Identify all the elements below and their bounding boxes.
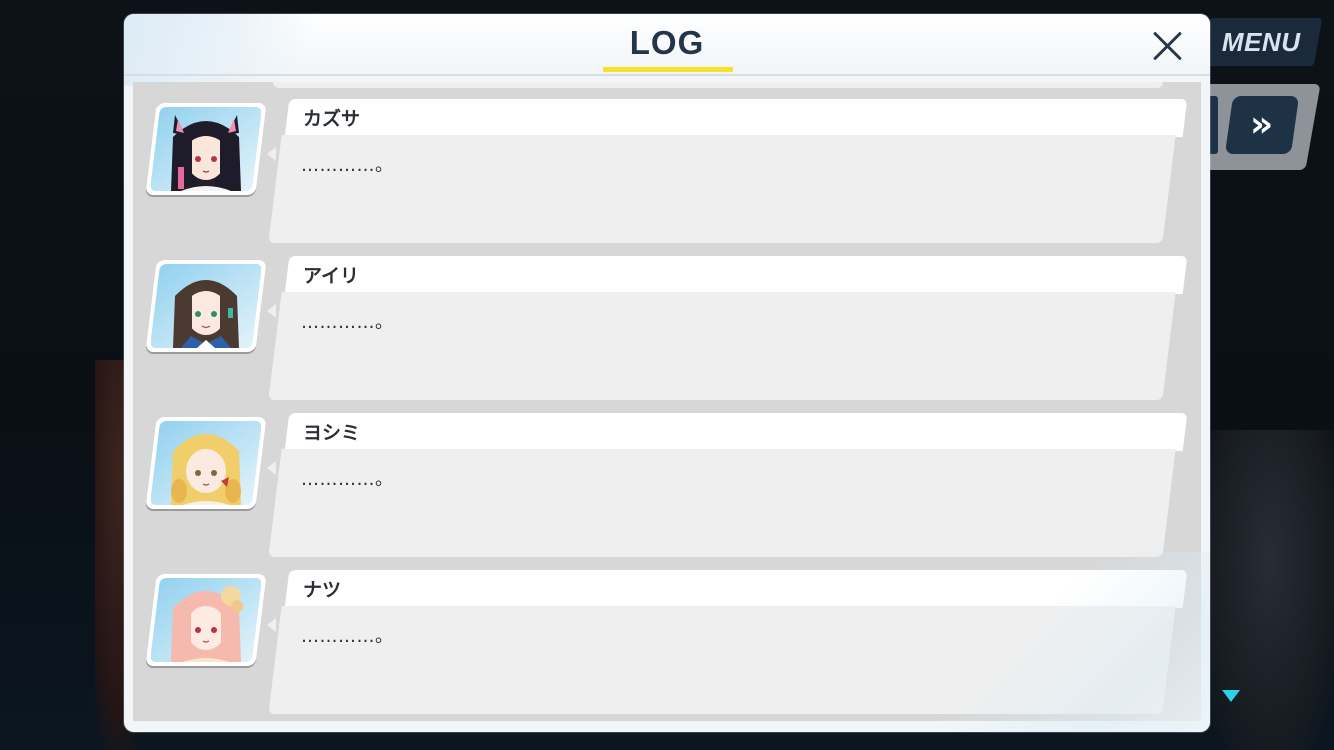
fast-forward-button[interactable]: »: [1224, 96, 1300, 154]
background-figure-right: [1205, 430, 1334, 750]
log-entry: アイリ …………。: [133, 256, 1201, 404]
page-title: LOG: [629, 24, 705, 61]
natsu-portrait: [151, 578, 261, 662]
speaker-name: アイリ: [303, 265, 360, 287]
name-tag: [284, 256, 1188, 294]
log-list[interactable]: カズサ …………。 アイリ …………。 ヨシミ …………。 ナツ …………。: [133, 82, 1201, 721]
bubble-tail: [267, 618, 276, 632]
avatar: [145, 103, 267, 195]
title-underline: [603, 67, 733, 72]
dialogue-text: …………。: [301, 626, 394, 647]
dialogue-box: [268, 449, 1176, 557]
speaker-name: ヨシミ: [303, 422, 361, 444]
fast-forward-icon: »: [1250, 104, 1274, 145]
menu-label: MENU: [1222, 26, 1301, 57]
log-panel: LOG カズサ …………。 アイリ …………。 ヨシミ …………。 ナツ …………: [124, 14, 1210, 732]
name-tag: [284, 413, 1188, 451]
bubble-tail: [267, 147, 276, 161]
log-entry: ヨシミ …………。: [133, 413, 1201, 561]
log-entry: カズサ …………。: [133, 99, 1201, 247]
dialogue-box: [268, 606, 1176, 714]
bubble-tail: [267, 461, 276, 475]
close-button[interactable]: [1146, 24, 1190, 68]
avatar: [145, 417, 267, 509]
dialogue-text: …………。: [301, 155, 394, 176]
log-entry: ナツ …………。: [133, 570, 1201, 718]
dialogue-text: …………。: [301, 469, 394, 490]
speaker-name: ナツ: [303, 579, 342, 601]
menu-button[interactable]: MENU: [1200, 18, 1323, 66]
kazusa-portrait: [151, 107, 261, 191]
close-icon: [1151, 29, 1185, 63]
name-tag: [284, 570, 1188, 608]
panel-header: LOG: [124, 14, 1210, 86]
speaker-name: カズサ: [303, 108, 361, 130]
dialogue-box: [268, 135, 1176, 243]
avatar: [145, 574, 267, 666]
avatar: [145, 260, 267, 352]
name-tag: [284, 99, 1188, 137]
header-divider: [124, 74, 1210, 76]
bubble-tail: [267, 304, 276, 318]
yoshimi-portrait: [151, 421, 261, 505]
chevron-down-icon: [1222, 690, 1240, 702]
previous-entry-edge: [273, 82, 1163, 88]
dialogue-box: [268, 292, 1176, 400]
dialogue-text: …………。: [301, 312, 394, 333]
airi-portrait: [151, 264, 261, 348]
